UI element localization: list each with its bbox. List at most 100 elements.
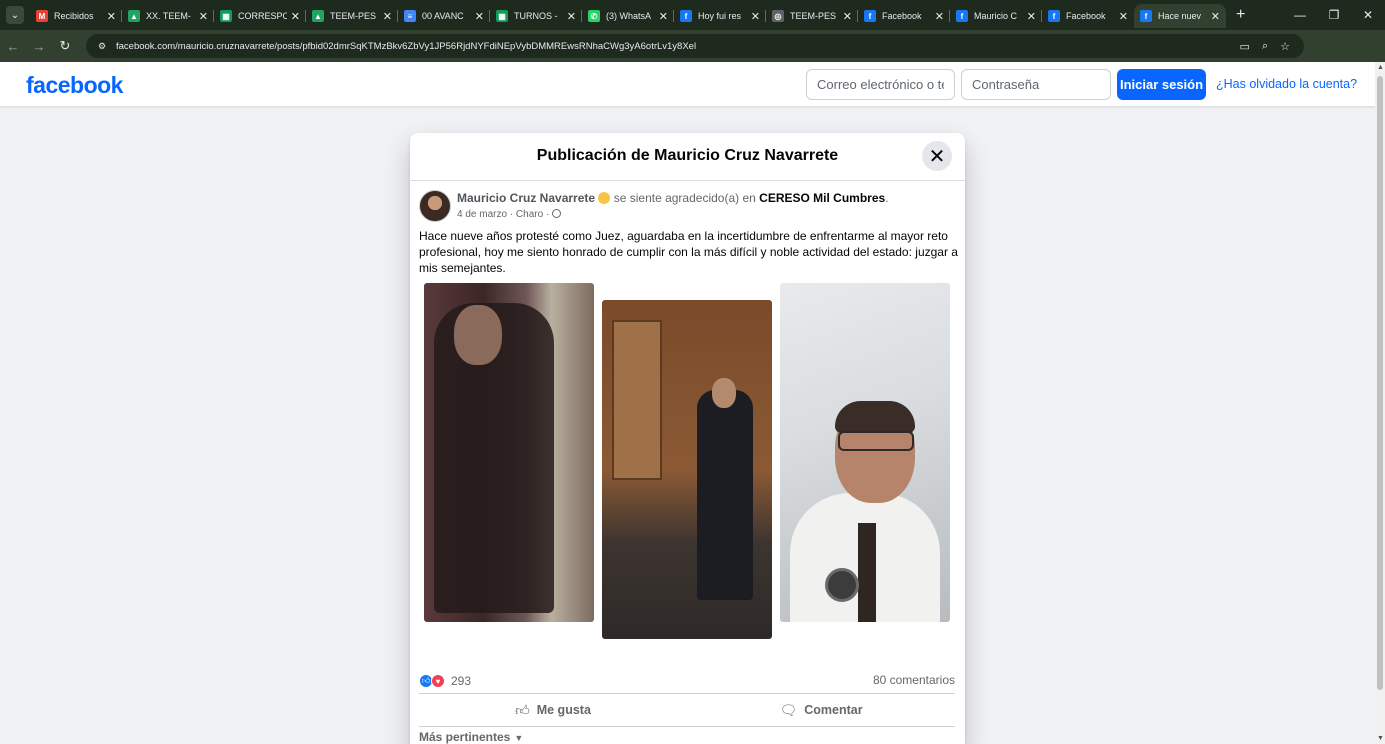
- browser-tab[interactable]: f Mauricio C ✕: [949, 4, 1042, 28]
- minimize-icon[interactable]: —: [1283, 8, 1317, 22]
- post-date-link[interactable]: 4 de marzo: [457, 209, 507, 220]
- tab-title: Hace nuev: [1158, 11, 1202, 21]
- sheets-icon: ▦: [220, 10, 232, 22]
- post-dialog-header: Publicación de Mauricio Cruz Navarrete ✕: [410, 133, 965, 181]
- browser-tab[interactable]: M Recibidos ✕: [30, 4, 122, 28]
- whatsapp-icon: ✆: [588, 10, 600, 22]
- browser-tab[interactable]: f Hace nuev ✕: [1134, 4, 1226, 28]
- tab-title: (3) WhatsA: [606, 11, 652, 21]
- reaction-summary[interactable]: 👍︎ ♥ 293: [419, 673, 471, 689]
- close-window-icon[interactable]: ✕: [1351, 8, 1385, 22]
- bookmark-star-icon[interactable]: ☆: [1280, 40, 1290, 53]
- comment-label: Comentar: [804, 703, 863, 717]
- like-button[interactable]: 👍︎ Me gusta: [419, 694, 687, 726]
- drive-icon: ▲: [128, 10, 140, 22]
- facebook-icon: f: [956, 10, 968, 22]
- tab-close-icon[interactable]: ✕: [199, 10, 208, 23]
- tab-close-icon[interactable]: ✕: [291, 10, 300, 23]
- scroll-down-arrow-icon[interactable]: ▼: [1377, 735, 1384, 742]
- post-photo-3[interactable]: [780, 283, 950, 622]
- new-tab-button[interactable]: +: [1236, 6, 1245, 24]
- browser-toolbar: ← → ↻ ⚙ facebook.com/mauricio.cruznavarr…: [0, 30, 1385, 83]
- like-label: Me gusta: [536, 703, 591, 717]
- browser-tab[interactable]: ▲ XX. TEEM- ✕: [121, 4, 214, 28]
- address-bar[interactable]: ⚙ facebook.com/mauricio.cruznavarrete/po…: [86, 34, 1304, 58]
- restore-icon[interactable]: ❐: [1317, 8, 1351, 22]
- reaction-count[interactable]: 293: [451, 674, 471, 688]
- scroll-thumb[interactable]: [1377, 76, 1383, 690]
- email-field[interactable]: [806, 69, 955, 100]
- browser-tab[interactable]: f Facebook ✕: [1041, 4, 1134, 28]
- url-text[interactable]: facebook.com/mauricio.cruznavarrete/post…: [116, 41, 696, 52]
- author-name-link[interactable]: Mauricio Cruz Navarrete: [457, 191, 595, 205]
- browser-tab[interactable]: f Facebook ✕: [857, 4, 950, 28]
- tab-close-icon[interactable]: ✕: [383, 10, 392, 23]
- post-location[interactable]: Charo: [516, 209, 543, 220]
- comment-sort-dropdown[interactable]: Más pertinentes ▼: [419, 730, 523, 744]
- browser-tab-bar: ⌄ M Recibidos ✕ ▲ XX. TEEM- ✕ ▦ CORRESPO ✕ ▲ TEEM-…: [0, 0, 1385, 30]
- browser-tab[interactable]: ▦ TURNOS - ✕: [489, 4, 582, 28]
- love-reaction-icon: ♥: [431, 674, 445, 688]
- comment-bubble-icon: 🗨︎: [779, 701, 798, 718]
- author-avatar[interactable]: [419, 190, 451, 222]
- comment-count-link[interactable]: 80 comentarios: [873, 673, 955, 687]
- forgot-account-link[interactable]: ¿Has olvidado la cuenta?: [1216, 77, 1357, 91]
- tab-close-icon[interactable]: ✕: [475, 10, 484, 23]
- tab-close-icon[interactable]: ✕: [935, 10, 944, 23]
- comment-button[interactable]: 🗨︎ Comentar: [687, 694, 955, 726]
- browser-tab[interactable]: ▲ TEEM-PES ✕: [305, 4, 398, 28]
- facebook-icon: f: [680, 10, 692, 22]
- reload-icon[interactable]: ↻: [52, 38, 78, 54]
- close-icon[interactable]: ✕: [922, 141, 952, 171]
- post-actions: 👍︎ Me gusta 🗨︎ Comentar: [419, 693, 955, 727]
- zoom-icon[interactable]: ⌕: [1262, 40, 1268, 53]
- tab-title: Hoy fui res: [698, 11, 742, 21]
- browser-tab[interactable]: ≡ 00 AVANC ✕: [397, 4, 490, 28]
- cast-icon[interactable]: ▭: [1240, 40, 1250, 53]
- sheets-icon: ▦: [496, 10, 508, 22]
- facebook-icon: f: [864, 10, 876, 22]
- forward-icon[interactable]: →: [26, 39, 52, 54]
- author-line: Mauricio Cruz Navarrete se siente agrade…: [457, 191, 889, 205]
- back-icon[interactable]: ←: [0, 39, 26, 54]
- tab-close-icon[interactable]: ✕: [1119, 10, 1128, 23]
- place-link[interactable]: CERESO Mil Cumbres: [759, 191, 885, 205]
- password-field[interactable]: [961, 69, 1111, 100]
- browser-tab[interactable]: f Hoy fui res ✕: [673, 4, 766, 28]
- browser-tab[interactable]: ✆ (3) WhatsA ✕: [581, 4, 674, 28]
- tab-title: TURNOS -: [514, 11, 558, 21]
- tab-title: Mauricio C: [974, 11, 1018, 21]
- tab-close-icon[interactable]: ✕: [751, 10, 760, 23]
- site-info-icon[interactable]: ⚙: [92, 38, 112, 54]
- tab-title: CORRESPO: [238, 11, 287, 21]
- tab-close-icon[interactable]: ✕: [1027, 10, 1036, 23]
- post-photo-1[interactable]: [424, 283, 594, 622]
- browser-tab[interactable]: ▦ CORRESPO ✕: [213, 4, 306, 28]
- login-button[interactable]: Iniciar sesión: [1117, 69, 1206, 100]
- post-text: Hace nueve años protesté como Juez, agua…: [419, 229, 958, 275]
- facebook-icon: f: [1048, 10, 1060, 22]
- gmail-icon: M: [36, 10, 48, 22]
- tab-title: Facebook: [1066, 11, 1106, 21]
- post-dialog-title: Publicación de Mauricio Cruz Navarrete: [536, 147, 839, 164]
- feeling-text: se siente agradecido(a) en: [610, 191, 760, 205]
- tab-close-icon[interactable]: ✕: [107, 10, 116, 23]
- caret-down-icon: ▼: [514, 733, 524, 743]
- post-dialog: Publicación de Mauricio Cruz Navarrete ✕…: [410, 133, 965, 744]
- drive-icon: ▲: [312, 10, 324, 22]
- post-photo-2[interactable]: [602, 300, 772, 639]
- globe-icon: ◎: [772, 10, 784, 22]
- tab-title: 00 AVANC: [422, 11, 464, 21]
- tab-close-icon[interactable]: ✕: [843, 10, 852, 23]
- tab-close-icon[interactable]: ✕: [1211, 10, 1220, 23]
- scroll-up-arrow-icon[interactable]: ▲: [1377, 64, 1384, 71]
- tab-close-icon[interactable]: ✕: [659, 10, 668, 23]
- tab-close-icon[interactable]: ✕: [567, 10, 576, 23]
- sort-label: Más pertinentes: [419, 730, 511, 744]
- facebook-logo[interactable]: facebook: [26, 72, 123, 99]
- tab-title: TEEM-PES: [790, 11, 837, 21]
- tab-search-dropdown-icon[interactable]: ⌄: [6, 6, 24, 24]
- browser-tab[interactable]: ◎ TEEM-PES ✕: [765, 4, 858, 28]
- feeling-emoji-icon: [598, 192, 611, 204]
- page-scrollbar[interactable]: ▲ ▼: [1375, 62, 1385, 744]
